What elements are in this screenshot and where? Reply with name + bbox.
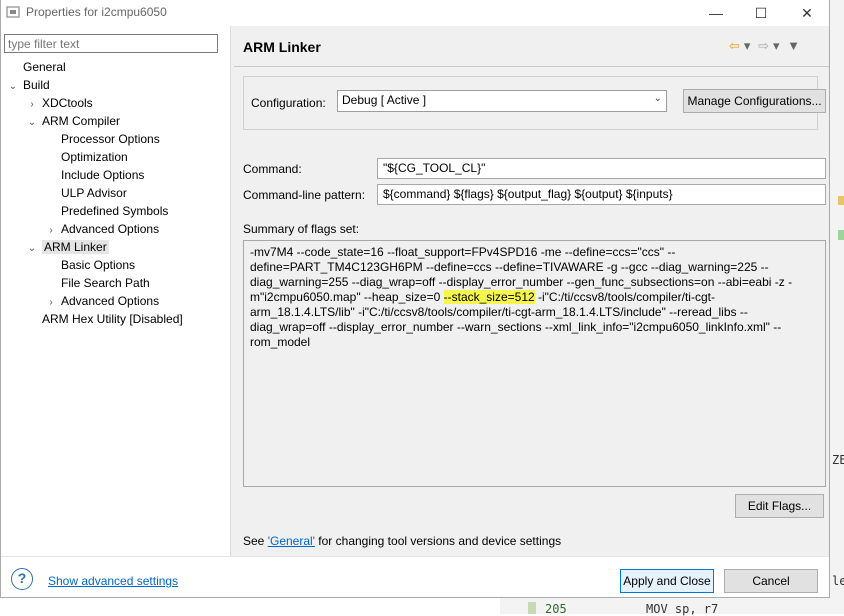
manage-configurations-button[interactable]: Manage Configurations... (683, 89, 826, 113)
chevron-down-icon: ⌄ (653, 93, 662, 104)
configuration-select[interactable]: Debug [ Active ] ⌄ (337, 90, 667, 112)
minimize-button[interactable]: — (694, 2, 738, 24)
tree-item-label: File Search Path (61, 276, 150, 290)
tree-item[interactable]: › Advanced Options (45, 221, 159, 238)
tree-item-label: Optimization (61, 150, 128, 164)
page-title: ARM Linker (243, 39, 321, 55)
maximize-button[interactable]: ☐ (739, 2, 783, 24)
hint-prefix: See (243, 534, 268, 548)
tree-item[interactable]: ARM Hex Utility [Disabled] (26, 311, 183, 328)
show-advanced-settings-link[interactable]: Show advanced settings (48, 574, 178, 588)
title-bar: Properties for i2cmpu6050 — ☐ ✕ (1, 0, 829, 26)
editor-fragment: le (832, 574, 844, 588)
help-icon[interactable]: ? (11, 568, 33, 590)
tree-item[interactable]: Include Options (45, 167, 144, 184)
view-menu-icon[interactable]: ▼ (787, 38, 800, 53)
window-title: Properties for i2cmpu6050 (26, 5, 167, 19)
chevron-down-icon[interactable]: ⌄ (7, 78, 19, 95)
configuration-label: Configuration: (251, 96, 326, 110)
command-input[interactable]: "${CG_TOOL_CL}" (377, 158, 826, 179)
editor-fragment: ZE (832, 453, 844, 467)
tree-item[interactable]: Processor Options (45, 131, 160, 148)
chevron-down-icon[interactable]: ⌄ (26, 240, 38, 257)
chevron-down-icon[interactable]: ⌄ (26, 114, 38, 131)
editor-marker (838, 196, 844, 205)
summary-label: Summary of flags set: (243, 222, 360, 236)
tree-item[interactable]: › Advanced Options (45, 293, 159, 310)
header-divider (234, 66, 829, 67)
chevron-right-icon[interactable]: › (45, 294, 57, 311)
tree-item-label: Predefined Symbols (61, 204, 169, 218)
back-arrow-icon[interactable]: ⇦ (729, 38, 740, 53)
configuration-group: Configuration: Debug [ Active ] ⌄ Manage… (243, 76, 826, 130)
flags-summary[interactable]: -mv7M4 --code_state=16 --float_support=F… (243, 240, 826, 487)
background-editor-line: 205 MOV sp, r7 (500, 598, 844, 616)
summary-highlight: --stack_size=512 (443, 290, 535, 304)
hint-suffix: for changing tool versions and device se… (314, 534, 562, 548)
editor-marker (838, 230, 844, 240)
editor-marker (528, 602, 536, 614)
tree-item-label: General (23, 60, 66, 74)
tree-item[interactable]: ⌄ ARM Linker (26, 239, 109, 256)
background-editor-strip: ZE le (829, 0, 844, 614)
chevron-down-icon[interactable]: ▾ (773, 38, 780, 53)
command-label: Command: (243, 162, 302, 176)
tree-item-label: Advanced Options (61, 222, 160, 236)
edit-flags-button[interactable]: Edit Flags... (735, 494, 824, 518)
tree-item-label: Include Options (61, 168, 145, 182)
pattern-label: Command-line pattern: (243, 188, 366, 202)
cancel-button[interactable]: Cancel (724, 569, 818, 593)
configuration-value: Debug [ Active ] (342, 93, 427, 107)
tree-item-label: Build (23, 78, 50, 92)
tree-item[interactable]: › XDCtools (26, 95, 93, 113)
navigation-pane: General ⌄ Build › XDCtools ⌄ ARM Compiler Proce… (1, 30, 230, 555)
tree-item-label: Processor Options (61, 132, 160, 146)
chevron-right-icon[interactable]: › (26, 96, 38, 113)
app-icon (6, 6, 20, 18)
footer-divider (1, 556, 829, 557)
tree-item[interactable]: Basic Options (45, 257, 135, 274)
tree-item[interactable]: Optimization (45, 149, 128, 166)
tree-item-label: ARM Compiler (42, 114, 121, 128)
pattern-input[interactable]: ${command} ${flags} ${output_flag} ${out… (377, 184, 826, 205)
tree-item-label: ARM Linker (42, 240, 109, 254)
forward-arrow-icon[interactable]: ⇨ (758, 38, 769, 53)
tree-item[interactable]: ⌄ ARM Compiler (26, 113, 120, 130)
tree-item[interactable]: File Search Path (45, 275, 150, 292)
tree-item[interactable]: General (7, 59, 66, 76)
tree-item-label: XDCtools (42, 96, 93, 110)
chevron-down-icon[interactable]: ▾ (744, 38, 751, 53)
tree-item[interactable]: ULP Advisor (45, 185, 127, 202)
apply-and-close-button[interactable]: Apply and Close (620, 569, 714, 593)
close-button[interactable]: ✕ (785, 2, 829, 24)
filter-input[interactable] (4, 34, 218, 53)
tree-item-label: ULP Advisor (61, 186, 127, 200)
tree-item-label: Basic Options (61, 258, 136, 272)
chevron-right-icon[interactable]: › (45, 222, 57, 239)
tree-item[interactable]: Predefined Symbols (45, 203, 168, 220)
history-nav: ⇦ ▾ ⇨ ▾ ▼ (729, 38, 804, 54)
general-hint: See 'General' for changing tool versions… (243, 534, 561, 548)
properties-dialog: Properties for i2cmpu6050 — ☐ ✕ General ⌄… (0, 0, 830, 598)
tree-item[interactable]: ⌄ Build (7, 77, 50, 94)
tree-item-label: Advanced Options (61, 294, 160, 308)
general-link[interactable]: 'General' (268, 534, 315, 548)
property-page: ARM Linker ⇦ ▾ ⇨ ▾ ▼ Configuration: Debug … (234, 26, 829, 556)
tree-item-label: ARM Hex Utility [Disabled] (42, 312, 183, 326)
